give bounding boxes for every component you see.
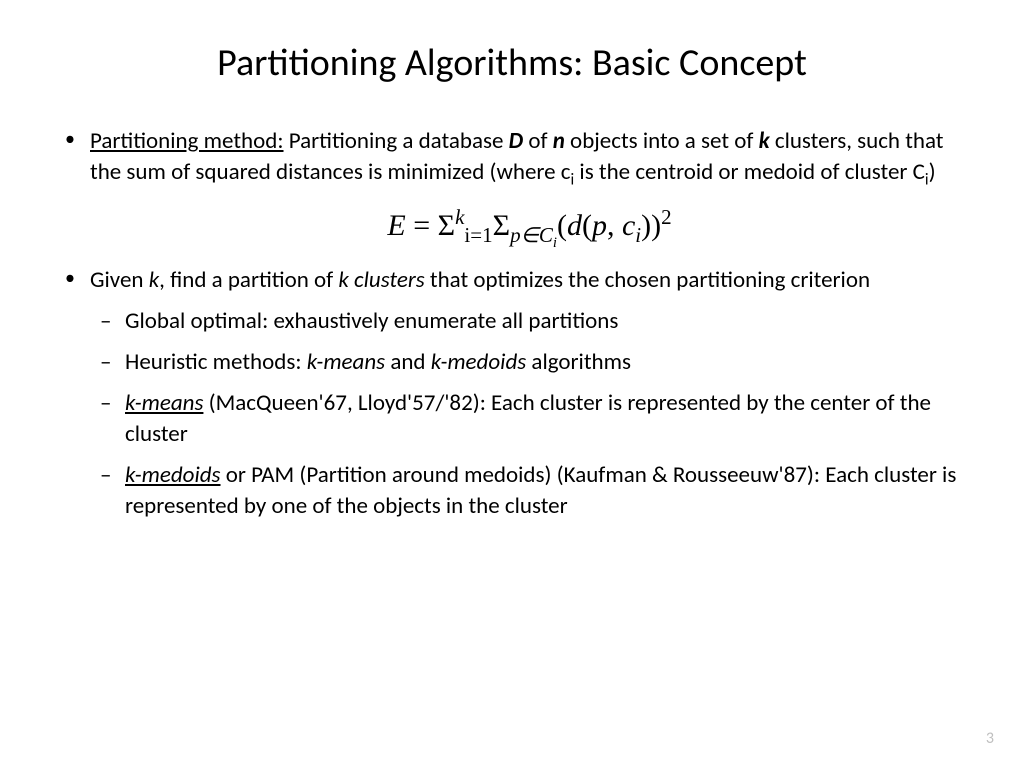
- bullet-list: Partitioning method: Partitioning a data…: [55, 126, 969, 522]
- sub-bullet-list: Global optimal: exhaustively enumerate a…: [90, 306, 969, 522]
- page-number: 3: [986, 729, 994, 748]
- slide-content: Partitioning method: Partitioning a data…: [55, 126, 969, 522]
- bullet-partitioning-method: Partitioning method: Partitioning a data…: [55, 126, 969, 247]
- lead-label: Partitioning method:: [90, 127, 284, 155]
- sub-kmeans: k-means (MacQueen'67, Lloyd'57/'82): Eac…: [90, 388, 969, 450]
- slide-title: Partitioning Algorithms: Basic Concept: [55, 40, 969, 86]
- slide: Partitioning Algorithms: Basic Concept P…: [0, 0, 1024, 768]
- sub-global-optimal: Global optimal: exhaustively enumerate a…: [90, 306, 969, 337]
- sub-kmedoids: k-medoids or PAM (Partition around medoi…: [90, 460, 969, 522]
- bullet-given-k: Given k, find a partition of k clusters …: [55, 265, 969, 522]
- formula: E = Σki=1Σp∈Ci(d(p, ci))2: [90, 206, 969, 247]
- sub-heuristic: Heuristic methods: k-means and k-medoids…: [90, 347, 969, 378]
